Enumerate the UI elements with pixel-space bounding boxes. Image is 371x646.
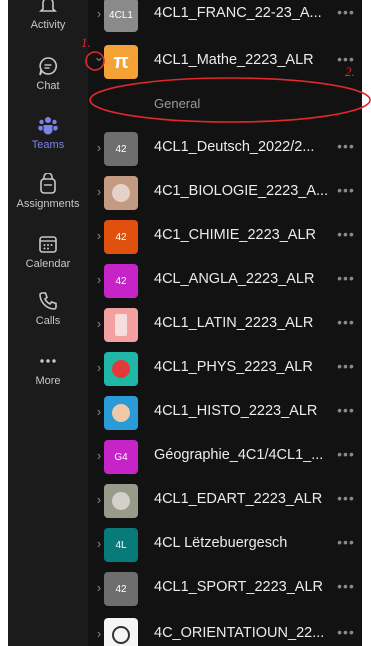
pi-icon: π: [104, 45, 138, 79]
team-name[interactable]: 4C1_BIOLOGIE_2223_A...: [154, 183, 332, 199]
avatar-image-shape: [112, 360, 130, 378]
assignments-icon: [40, 173, 56, 194]
team-row[interactable]: › 4CL1_PHYS_2223_ALR •••: [88, 346, 362, 390]
more-options-icon[interactable]: •••: [334, 51, 358, 67]
team-row[interactable]: › G4 Géographie_4C1/4CL1_... •••: [88, 434, 362, 478]
calendar-icon: [39, 236, 57, 253]
text-avatar-icon: 4L: [104, 528, 138, 562]
more-dots-icon: [40, 359, 56, 363]
teams-list: › 4CL1 4CL1_FRANC_22-23_A... ••• ⌄ π 4CL1_Math…: [88, 0, 362, 646]
team-row[interactable]: › 42 4CL1_Deutsch_2022/2... •••: [88, 126, 362, 170]
avatar-text: 4L: [115, 539, 127, 551]
nav-label: Assignments: [16, 198, 80, 210]
nav-teams[interactable]: Teams: [8, 114, 88, 168]
avatar-text: π: [113, 50, 129, 73]
team-row[interactable]: › 4CL1_HISTO_2223_ALR •••: [88, 390, 362, 434]
nav-calls[interactable]: Calls: [8, 290, 88, 344]
team-name[interactable]: 4CL1_EDART_2223_ALR: [154, 491, 332, 507]
nav-label: More: [35, 375, 61, 387]
team-name[interactable]: 4C_ORIENTATIOUN_22...: [154, 625, 332, 641]
nav-calendar[interactable]: Calendar: [8, 233, 88, 287]
sketch-figure-icon: [104, 618, 138, 646]
text-avatar-icon: 42: [104, 220, 138, 254]
photo-avatar-icon: 4CL1: [104, 0, 138, 32]
more-options-icon[interactable]: •••: [334, 446, 358, 462]
team-name[interactable]: 4CL1_HISTO_2223_ALR: [154, 403, 332, 419]
team-name[interactable]: 4CL1_SPORT_2223_ALR: [154, 579, 332, 595]
avatar-text: G4: [114, 451, 128, 463]
team-row[interactable]: › 42 4C1_CHIMIE_2223_ALR •••: [88, 214, 362, 258]
bell-icon: [39, 0, 57, 12]
more-options-icon[interactable]: •••: [334, 314, 358, 330]
team-row[interactable]: › 4L 4CL Lëtzebuergesch •••: [88, 522, 362, 566]
team-name[interactable]: 4CL1_Mathe_2223_ALR: [154, 52, 332, 68]
team-name[interactable]: 4CL1_FRANC_22-23_A...: [154, 5, 332, 21]
column-icon: [104, 308, 138, 342]
bust-icon: [104, 396, 138, 430]
channel-general[interactable]: General: [154, 96, 200, 111]
nav-label: Calls: [35, 315, 61, 327]
text-avatar-icon: 42: [104, 264, 138, 298]
team-row[interactable]: › 4CL1_EDART_2223_ALR •••: [88, 478, 362, 522]
nav-assignments[interactable]: Assignments: [8, 173, 88, 227]
avatar-text: 42: [115, 275, 127, 287]
team-name[interactable]: 4CL1_Deutsch_2022/2...: [154, 139, 332, 155]
nav-label: Teams: [31, 139, 65, 151]
more-options-icon[interactable]: •••: [334, 490, 358, 506]
team-row[interactable]: › 4CL1 4CL1_FRANC_22-23_A... •••: [88, 0, 362, 36]
nav-label: Calendar: [25, 258, 71, 270]
team-name[interactable]: 4CL1_LATIN_2223_ALR: [154, 315, 332, 331]
teams-icon: [38, 117, 58, 135]
nav-activity[interactable]: Activity: [8, 0, 88, 48]
avatar-image-shape: [112, 626, 130, 644]
more-options-icon[interactable]: •••: [334, 182, 358, 198]
avatar-image-shape: [112, 184, 130, 202]
crowd-photo-icon: [104, 176, 138, 210]
more-options-icon[interactable]: •••: [334, 624, 358, 640]
team-row[interactable]: › 4C1_BIOLOGIE_2223_A... •••: [88, 170, 362, 214]
teams-app-window: Activity Chat Teams Assignments Calendar Call…: [8, 0, 362, 646]
more-options-icon[interactable]: •••: [334, 270, 358, 286]
photo-avatar-icon: [104, 484, 138, 518]
team-name[interactable]: Géographie_4C1/4CL1_...: [154, 447, 332, 463]
text-avatar-icon: 42: [104, 572, 138, 606]
avatar-text: 42: [115, 583, 127, 595]
team-row[interactable]: › 4CL1_LATIN_2223_ALR •••: [88, 302, 362, 346]
team-name[interactable]: 4C1_CHIMIE_2223_ALR: [154, 227, 332, 243]
avatar-text: 42: [115, 231, 127, 243]
text-avatar-icon: G4: [104, 440, 138, 474]
text-avatar-icon: 42: [104, 132, 138, 166]
team-row[interactable]: › 42 4CL1_SPORT_2223_ALR •••: [88, 566, 362, 610]
ping-pong-icon: [104, 352, 138, 386]
nav-chat[interactable]: Chat: [8, 55, 88, 109]
avatar-image-shape: [115, 314, 127, 336]
nav-label: Activity: [30, 19, 66, 31]
more-options-icon[interactable]: •••: [334, 226, 358, 242]
avatar-text: 4CL1: [109, 9, 133, 21]
more-options-icon[interactable]: •••: [334, 578, 358, 594]
nav-more[interactable]: More: [8, 350, 88, 404]
avatar-image-shape: [112, 404, 130, 422]
more-options-icon[interactable]: •••: [334, 358, 358, 374]
team-name[interactable]: 4CL Lëtzebuergesch: [154, 535, 332, 551]
more-options-icon[interactable]: •••: [334, 534, 358, 550]
team-name[interactable]: 4CL1_PHYS_2223_ALR: [154, 359, 332, 375]
more-options-icon[interactable]: •••: [334, 402, 358, 418]
avatar-image-shape: [112, 492, 130, 510]
left-nav-rail: Activity Chat Teams Assignments Calendar Call…: [8, 0, 88, 646]
team-row[interactable]: ⌄ π 4CL1_Mathe_2223_ALR •••: [88, 39, 362, 83]
phone-icon: [39, 292, 57, 310]
chat-icon: [39, 57, 57, 76]
more-options-icon[interactable]: •••: [334, 4, 358, 20]
team-name[interactable]: 4CL_ANGLA_2223_ALR: [154, 271, 332, 287]
team-row[interactable]: › 42 4CL_ANGLA_2223_ALR •••: [88, 258, 362, 302]
more-options-icon[interactable]: •••: [334, 138, 358, 154]
avatar-text: 42: [115, 143, 127, 155]
team-row[interactable]: › 4C_ORIENTATIOUN_22... •••: [88, 612, 362, 646]
nav-label: Chat: [36, 80, 60, 92]
